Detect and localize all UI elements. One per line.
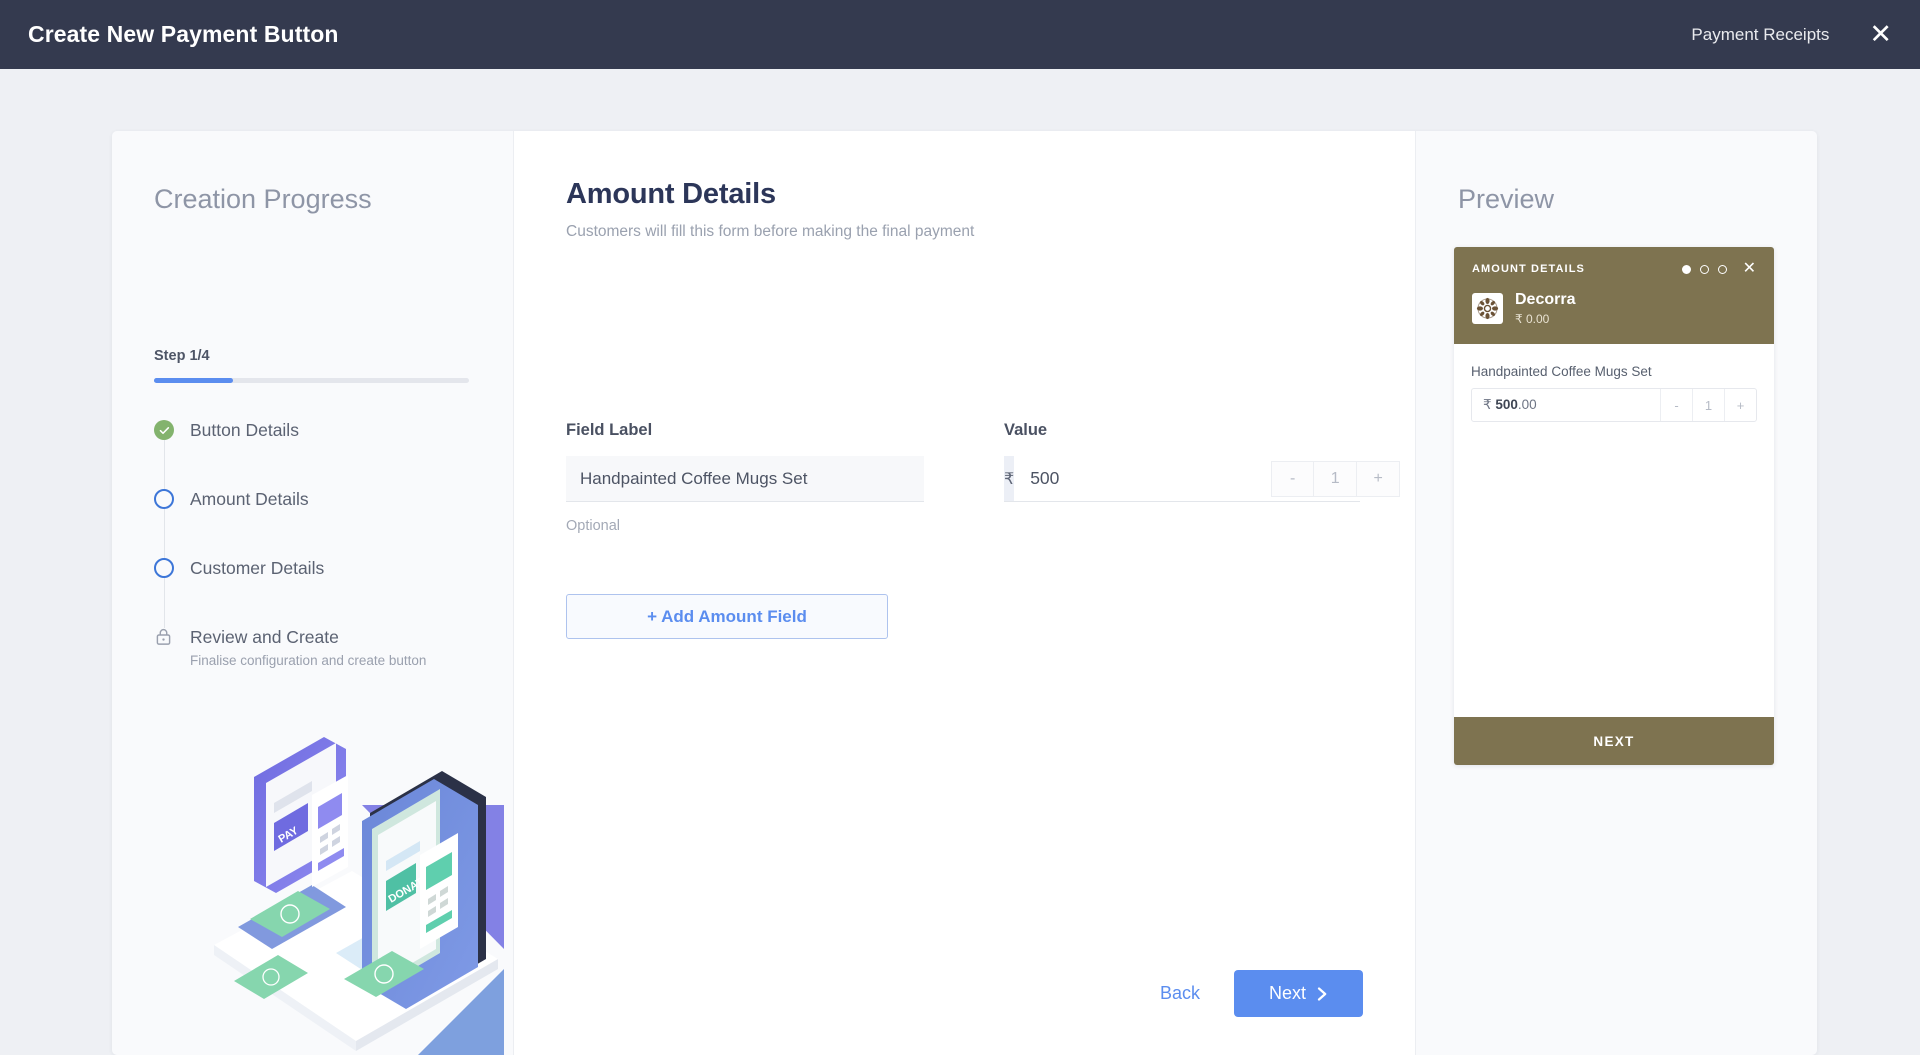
preview-header-kicker: AMOUNT DETAILS [1472, 263, 1585, 275]
preview-stepper-increment[interactable]: + [1724, 389, 1756, 421]
preview-step-dots: ✕ [1681, 261, 1756, 277]
preview-merchant-row: Decorra ₹ 0.00 [1472, 291, 1756, 326]
step-dot-active [1681, 264, 1691, 274]
sidebar-step-button-details[interactable]: Button Details [154, 419, 484, 490]
preview-next-button[interactable]: NEXT [1454, 717, 1774, 765]
step-label: Button Details [190, 420, 299, 440]
step-connector-line [163, 508, 165, 559]
wizard-panels: Creation Progress Step 1/4 Button Detail… [112, 131, 1817, 1055]
header-actions: Payment Receipts ✕ [1691, 19, 1898, 50]
circle-outline-icon [154, 489, 174, 509]
sidebar-step-amount-details[interactable]: Amount Details [154, 488, 484, 559]
payment-receipts-link[interactable]: Payment Receipts [1691, 25, 1829, 45]
app-header: Create New Payment Button Payment Receip… [0, 0, 1920, 69]
step-label: Amount Details [190, 489, 309, 509]
step-connector-line [163, 439, 165, 490]
preview-item-price-major: 500 [1495, 397, 1518, 412]
form-subtitle: Customers will fill this form before mak… [566, 223, 975, 240]
preview-panel: Preview AMOUNT DETAILS ✕ Decorra ₹ 0.00 … [1415, 131, 1817, 1055]
creation-progress-title: Creation Progress [154, 184, 372, 214]
preview-card-body: Handpainted Coffee Mugs Set ₹ 500.00 - 1… [1454, 344, 1774, 717]
decorra-rosette-logo [1472, 293, 1503, 324]
check-circle-icon [154, 420, 174, 440]
lock-icon [156, 628, 171, 645]
form-title: Amount Details [566, 178, 776, 210]
field-label-group: Field Label Optional [566, 421, 924, 534]
circle-outline-icon [154, 558, 174, 578]
chevron-right-icon [1317, 986, 1327, 1001]
step-list: Button Details Amount Details Customer D… [154, 419, 484, 668]
field-label-heading: Field Label [566, 421, 653, 439]
preview-item-label: Handpainted Coffee Mugs Set [1471, 364, 1652, 379]
preview-merchant-info: Decorra ₹ 0.00 [1515, 291, 1575, 326]
step-counter: Step 1/4 [154, 348, 210, 364]
form-footer: Back Next [1160, 970, 1363, 1017]
preview-header-top-row: AMOUNT DETAILS ✕ [1472, 261, 1756, 277]
step-connector-line [163, 577, 165, 628]
next-button[interactable]: Next [1234, 970, 1363, 1017]
progress-bar-fill [154, 378, 233, 383]
value-input-row: ₹ - 1 + [1004, 456, 1401, 502]
sidebar-step-customer-details[interactable]: Customer Details [154, 557, 484, 628]
field-label-input[interactable] [566, 456, 924, 502]
progress-bar [154, 378, 469, 383]
back-button[interactable]: Back [1160, 983, 1200, 1004]
next-button-label: Next [1268, 983, 1306, 1003]
value-heading: Value [1004, 421, 1048, 439]
merchant-name: Decorra [1515, 291, 1576, 308]
currency-symbol: ₹ [1004, 456, 1015, 501]
preview-item-price: ₹ 500.00 [1472, 397, 1660, 413]
preview-item-currency: ₹ [1483, 397, 1492, 412]
close-icon[interactable]: ✕ [1743, 261, 1756, 277]
value-group: Value ₹ - 1 + [1004, 421, 1401, 534]
step-dot [1699, 264, 1709, 274]
amount-field-row: Field Label Optional Value ₹ - 1 + [566, 421, 1401, 534]
preview-stepper-quantity: 1 [1692, 389, 1724, 421]
stepper-quantity: 1 [1314, 460, 1358, 497]
form-panel: Amount Details Customers will fill this … [514, 131, 1415, 1055]
step-label: Review and Create [190, 627, 339, 647]
preview-card-header: AMOUNT DETAILS ✕ Decorra ₹ 0.00 [1454, 247, 1774, 344]
stepper-increment-button[interactable]: + [1357, 460, 1401, 497]
step-label: Customer Details [190, 558, 325, 578]
preview-item-price-minor: .00 [1517, 397, 1537, 412]
add-amount-field-button[interactable]: + Add Amount Field [566, 594, 888, 639]
preview-stepper-decrement[interactable]: - [1660, 389, 1692, 421]
preview-quantity-stepper: - 1 + [1660, 389, 1756, 421]
value-input[interactable] [1014, 456, 1272, 501]
page-title: Create New Payment Button [28, 21, 339, 47]
step-dot [1717, 264, 1727, 274]
preview-card: AMOUNT DETAILS ✕ Decorra ₹ 0.00 Handpain… [1454, 247, 1774, 765]
sidebar-step-review-and-create[interactable]: Review and Create Finalise configuration… [154, 626, 484, 668]
creation-progress-panel: Creation Progress Step 1/4 Button Detail… [112, 131, 514, 1055]
page-stage: Creation Progress Step 1/4 Button Detail… [0, 69, 1920, 1055]
stepper-decrement-button[interactable]: - [1271, 460, 1315, 497]
payment-buttons-isometric-illustration: PAY DONATE [214, 737, 504, 1055]
step-sublabel: Finalise configuration and create button [190, 653, 427, 668]
merchant-amount: ₹ 0.00 [1515, 312, 1550, 326]
preview-title: Preview [1458, 184, 1555, 214]
preview-item-row: ₹ 500.00 - 1 + [1471, 388, 1757, 422]
field-label-helper: Optional [566, 518, 621, 534]
quantity-stepper: - 1 + [1271, 460, 1401, 497]
close-icon[interactable]: ✕ [1863, 19, 1898, 50]
